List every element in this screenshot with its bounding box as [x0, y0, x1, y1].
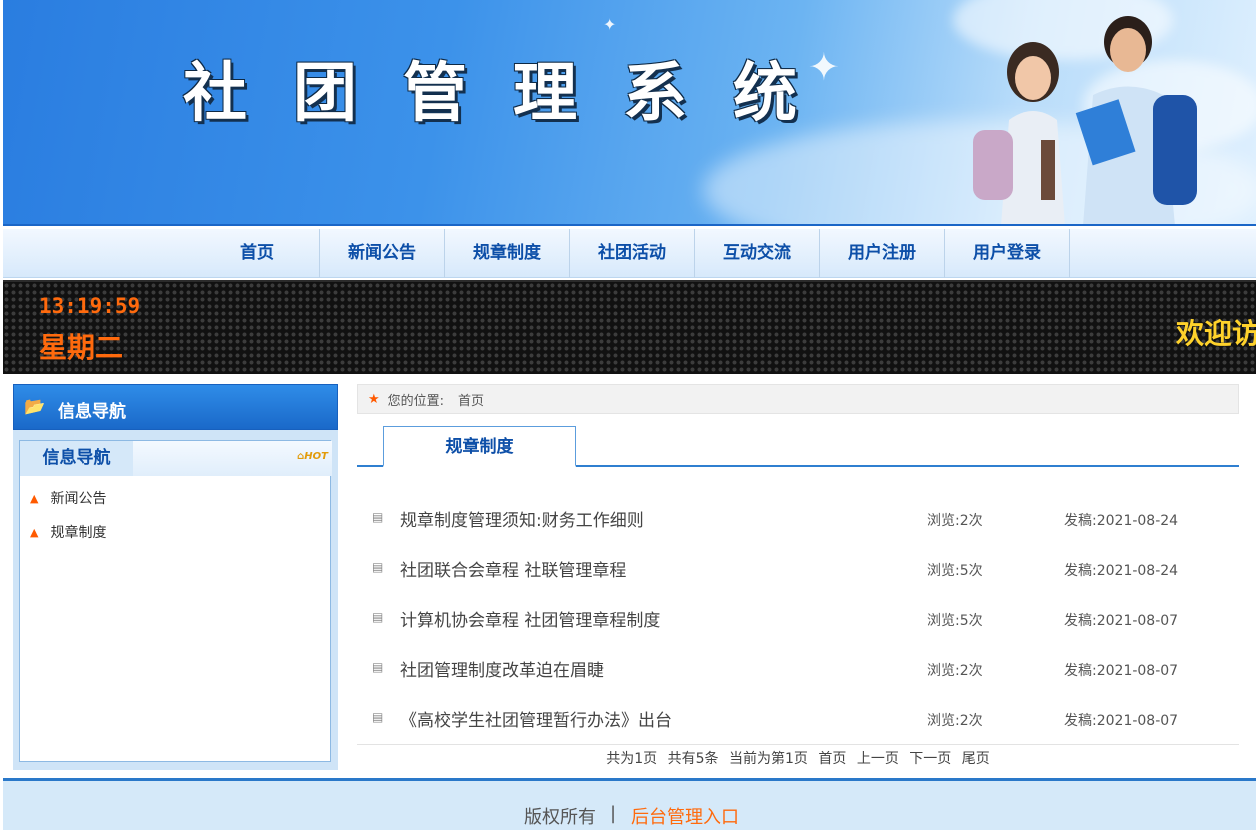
view-count: 浏览:2次: [927, 713, 983, 729]
sidebar-title: 信息导航: [58, 402, 126, 422]
nav-register[interactable]: 用户注册: [820, 229, 945, 278]
view-count: 浏览:2次: [927, 513, 983, 529]
header-banner: ✦ ✦ 社团管理系统: [3, 0, 1256, 226]
arrow-up-icon: ▲: [30, 491, 39, 505]
nav-rules[interactable]: 规章制度: [445, 229, 570, 278]
current-page: 当前为第1页: [729, 751, 808, 767]
total-pages: 共为1页: [606, 751, 658, 767]
last-page-link[interactable]: 尾页: [962, 751, 990, 767]
list-item: ▤ 规章制度管理须知:财务工作细则 浏览:2次 发稿:2021-08-24: [357, 493, 1239, 543]
list-item: ▤ 计算机协会章程 社团管理章程制度 浏览:5次 发稿:2021-08-07: [357, 593, 1239, 643]
folder-icon: 📂: [24, 397, 46, 417]
breadcrumb-home-link[interactable]: 首页: [458, 390, 484, 409]
copyright-text: 版权所有: [524, 807, 596, 828]
sidebar-tab-bar: 信息导航 ⌂HOT: [20, 441, 332, 476]
article-title-link[interactable]: 社团管理制度改革迫在眉睫: [400, 656, 604, 681]
publish-date: 发稿:2021-08-24: [1064, 563, 1179, 579]
pagination: 共为1页 共有5条 当前为第1页 首页 上一页 下一页 尾页: [357, 748, 1239, 768]
prev-page-link[interactable]: 上一页: [857, 751, 899, 767]
sidebar-links: ▲ 新闻公告 ▲ 规章制度: [20, 481, 332, 549]
publish-date: 发稿:2021-08-07: [1064, 663, 1179, 679]
sidebar-panel: 信息导航 ⌂HOT ▲ 新闻公告 ▲ 规章制度: [13, 430, 338, 770]
clock-time: 13:19:59: [39, 294, 141, 318]
document-icon: ▤: [372, 610, 384, 624]
clock-weekday: 星期二: [39, 331, 124, 364]
document-icon: ▤: [372, 560, 384, 574]
main-nav: 首页 新闻公告 规章制度 社团活动 互动交流 用户注册 用户登录: [3, 229, 1256, 278]
article-list: ▤ 规章制度管理须知:财务工作细则 浏览:2次 发稿:2021-08-24 ▤ …: [357, 493, 1239, 743]
led-ticker: 13:19:59 星期二 欢迎访问: [3, 280, 1256, 374]
view-count: 浏览:2次: [927, 663, 983, 679]
article-title-link[interactable]: 社团联合会章程 社联管理章程: [400, 556, 626, 581]
list-item: ▤ 《高校学生社团管理暂行办法》出台 浏览:2次 发稿:2021-08-07: [357, 693, 1239, 743]
breadcrumb-prefix: 您的位置:: [387, 393, 445, 409]
publish-date: 发稿:2021-08-24: [1064, 513, 1179, 529]
nav-news[interactable]: 新闻公告: [320, 229, 445, 278]
list-divider: [357, 744, 1239, 745]
nav-interaction[interactable]: 互动交流: [695, 229, 820, 278]
publish-date: 发稿:2021-08-07: [1064, 613, 1179, 629]
document-icon: ▤: [372, 660, 384, 674]
sidebar-tab[interactable]: 信息导航: [20, 441, 133, 476]
sidebar-header: 📂 信息导航: [13, 384, 338, 430]
view-count: 浏览:5次: [927, 613, 983, 629]
footer: 版权所有 | 后台管理入口: [3, 778, 1256, 830]
students-illustration: [973, 16, 1197, 224]
content-tab-bar: 规章制度: [357, 426, 1239, 467]
list-item: ▤ 社团联合会章程 社联管理章程 浏览:5次 发稿:2021-08-24: [357, 543, 1239, 593]
document-icon: ▤: [372, 710, 384, 724]
hot-badge-label: HOT: [304, 451, 328, 462]
nav-login[interactable]: 用户登录: [945, 229, 1070, 278]
sidebar-box: 信息导航 ⌂HOT ▲ 新闻公告 ▲ 规章制度: [19, 440, 332, 762]
sidebar-item-rules[interactable]: ▲ 规章制度: [20, 515, 332, 549]
admin-entry-link[interactable]: 后台管理入口: [631, 803, 739, 829]
sparkle-icon: ✦: [603, 15, 617, 34]
next-page-link[interactable]: 下一页: [909, 751, 951, 767]
nav-home[interactable]: 首页: [195, 229, 320, 278]
publish-date: 发稿:2021-08-07: [1064, 713, 1179, 729]
welcome-marquee: 欢迎访问: [1176, 317, 1256, 350]
hot-badge: ⌂HOT: [297, 451, 328, 462]
article-title-link[interactable]: 规章制度管理须知:财务工作细则: [400, 506, 644, 531]
site-title: 社团管理系统: [183, 56, 843, 131]
view-count: 浏览:5次: [927, 563, 983, 579]
article-title-link[interactable]: 计算机协会章程 社团管理章程制度: [400, 606, 660, 631]
tab-rules[interactable]: 规章制度: [383, 426, 576, 467]
list-item: ▤ 社团管理制度改革迫在眉睫 浏览:2次 发稿:2021-08-07: [357, 643, 1239, 693]
sidebar-item-label: 规章制度: [50, 525, 107, 541]
document-icon: ▤: [372, 510, 384, 524]
nav-activities[interactable]: 社团活动: [570, 229, 695, 278]
total-items: 共有5条: [667, 751, 719, 767]
article-title-link[interactable]: 《高校学生社团管理暂行办法》出台: [400, 706, 672, 731]
first-page-link[interactable]: 首页: [818, 751, 846, 767]
breadcrumb: ★ 您的位置: 首页: [357, 384, 1239, 414]
arrow-up-icon: ▲: [30, 525, 39, 539]
star-icon: ★: [368, 391, 380, 407]
sidebar-item-label: 新闻公告: [50, 491, 107, 507]
footer-separator: |: [610, 803, 617, 824]
sidebar-item-news[interactable]: ▲ 新闻公告: [20, 481, 332, 515]
